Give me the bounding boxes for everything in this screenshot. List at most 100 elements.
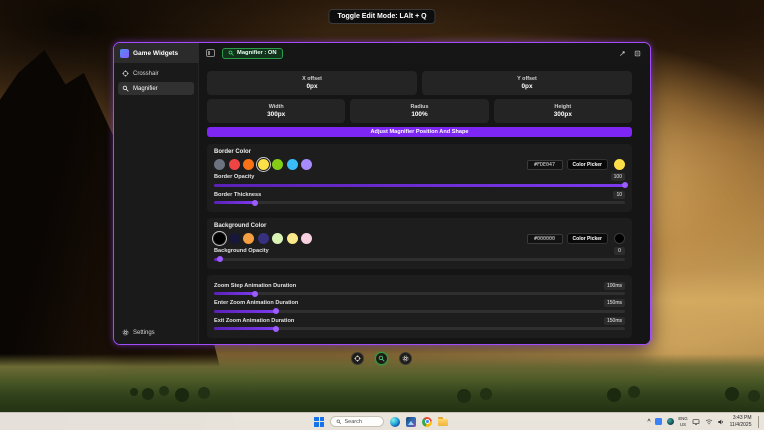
color-swatch-selected[interactable]	[214, 233, 225, 244]
color-swatch[interactable]	[272, 233, 283, 244]
show-desktop-button[interactable]	[758, 416, 760, 428]
edge-icon[interactable]	[390, 417, 400, 427]
sidebar-item-magnifier[interactable]: Magnifier	[118, 82, 194, 95]
magnifier-widget-button[interactable]	[375, 352, 388, 365]
zoom-step-duration-row: Zoom Step Animation Duration 100ms	[214, 282, 625, 296]
color-swatch[interactable]	[301, 233, 312, 244]
sidebar-item-label: Crosshair	[133, 71, 159, 77]
slider-knob[interactable]	[622, 182, 628, 188]
sidebar-item-label: Magnifier	[133, 86, 158, 92]
background-opacity-label: Background Opacity	[214, 248, 269, 254]
slider-knob[interactable]	[252, 291, 258, 297]
settings-widget-button[interactable]	[399, 352, 412, 365]
color-swatch[interactable]	[287, 159, 298, 170]
color-swatch[interactable]	[301, 159, 312, 170]
chrome-icon[interactable]	[422, 417, 432, 427]
display-icon[interactable]	[692, 418, 700, 426]
background-opacity-slider-row: Background Opacity 0	[214, 247, 625, 261]
color-swatch-selected[interactable]	[258, 159, 269, 170]
adjust-position-button[interactable]: Adjust Magnifier Position And Shape	[207, 127, 632, 137]
tray-app-icon[interactable]	[655, 418, 662, 425]
background-color-row: Color Picker	[214, 233, 625, 244]
radius-card[interactable]: Radius 100%	[350, 99, 488, 123]
exit-zoom-duration-slider[interactable]	[214, 327, 625, 330]
background-hex-input[interactable]	[527, 234, 563, 244]
app-title-area: Game Widgets	[114, 43, 199, 63]
language-line1: ENG	[678, 416, 687, 421]
system-tray: ^ ENG US 3:43 PM 11/4/2025	[647, 413, 760, 430]
color-swatch[interactable]	[272, 159, 283, 170]
enter-zoom-duration-slider[interactable]	[214, 310, 625, 313]
color-swatch[interactable]	[287, 233, 298, 244]
wifi-icon[interactable]	[705, 418, 713, 426]
slider-knob[interactable]	[252, 200, 258, 206]
tray-date: 11/4/2025	[730, 422, 752, 428]
enter-zoom-duration-value: 150ms	[604, 299, 625, 307]
exit-zoom-duration-row: Exit Zoom Animation Duration 150ms	[214, 317, 625, 331]
border-thickness-value: 10	[613, 191, 625, 199]
border-thickness-label: Border Thickness	[214, 192, 261, 198]
window-body: Crosshair Magnifier Settings	[114, 63, 650, 344]
start-button[interactable]	[314, 417, 324, 427]
sidebar-item-settings[interactable]: Settings	[118, 326, 159, 339]
taskbar: Search ^ ENG US	[0, 412, 764, 430]
gear-icon	[402, 355, 409, 362]
language-indicator[interactable]: ENG US	[678, 416, 687, 426]
slider-knob[interactable]	[217, 256, 223, 262]
border-color-picker-button[interactable]: Color Picker	[567, 159, 608, 170]
pin-icon[interactable]	[619, 50, 626, 57]
taskbar-search[interactable]: Search	[330, 416, 384, 428]
x-offset-value: 0px	[306, 83, 317, 90]
border-thickness-slider[interactable]	[214, 201, 625, 204]
sidebar-item-crosshair[interactable]: Crosshair	[118, 67, 194, 80]
photos-icon[interactable]	[406, 417, 416, 427]
border-thickness-slider-row: Border Thickness 10	[214, 191, 625, 205]
border-swatches	[214, 159, 312, 170]
color-swatch[interactable]	[258, 233, 269, 244]
slider-knob[interactable]	[273, 326, 279, 332]
volume-icon[interactable]	[717, 418, 725, 426]
magnifier-icon	[122, 85, 129, 92]
x-offset-card[interactable]: X offset 0px	[207, 71, 417, 95]
tray-expand-chevron-icon[interactable]: ^	[647, 419, 651, 425]
slider-fill	[214, 310, 276, 313]
slider-fill	[214, 292, 255, 295]
y-offset-label: Y offset	[517, 76, 537, 82]
clock[interactable]: 3:43 PM 11/4/2025	[730, 415, 752, 428]
magnifier-icon	[378, 355, 385, 362]
size-cards-row: Width 300px Radius 100% Height 300px	[207, 99, 632, 123]
slider-knob[interactable]	[273, 308, 279, 314]
color-swatch[interactable]	[229, 159, 240, 170]
tray-app2-icon[interactable]	[667, 418, 674, 425]
color-swatch[interactable]	[214, 159, 225, 170]
height-card[interactable]: Height 300px	[494, 99, 632, 123]
enter-zoom-duration-label: Enter Zoom Animation Duration	[214, 300, 298, 306]
color-swatch[interactable]	[229, 233, 240, 244]
file-explorer-icon[interactable]	[438, 419, 448, 427]
background-color-picker-button[interactable]: Color Picker	[567, 233, 608, 244]
background-section: Background Color Color Picker	[207, 218, 632, 269]
search-icon	[336, 419, 342, 425]
width-label: Width	[269, 104, 284, 110]
crosshair-icon	[354, 355, 361, 362]
background-opacity-slider[interactable]	[214, 258, 625, 261]
y-offset-card[interactable]: Y offset 0px	[422, 71, 632, 95]
magnifier-status-badge[interactable]: Magnifier : ON	[222, 48, 283, 59]
border-hex-input[interactable]	[527, 160, 563, 170]
magnifier-status-label: Magnifier : ON	[237, 50, 277, 56]
zoom-step-duration-slider[interactable]	[214, 292, 625, 295]
radius-value: 100%	[411, 111, 427, 118]
wallpaper-trees	[130, 388, 138, 396]
app-logo-icon	[120, 49, 129, 58]
border-opacity-slider[interactable]	[214, 184, 625, 187]
game-widgets-window: Game Widgets Magnifier : ON	[113, 42, 651, 345]
color-swatch[interactable]	[243, 233, 254, 244]
width-card[interactable]: Width 300px	[207, 99, 345, 123]
sidebar-collapse-icon[interactable]	[206, 49, 215, 57]
color-swatch[interactable]	[243, 159, 254, 170]
height-label: Height	[554, 104, 571, 110]
magnifier-settings-panel: X offset 0px Y offset 0px Width 300px Ra…	[199, 63, 650, 344]
menu-icon[interactable]	[634, 50, 641, 57]
crosshair-widget-button[interactable]	[351, 352, 364, 365]
magnifier-icon	[228, 50, 234, 56]
